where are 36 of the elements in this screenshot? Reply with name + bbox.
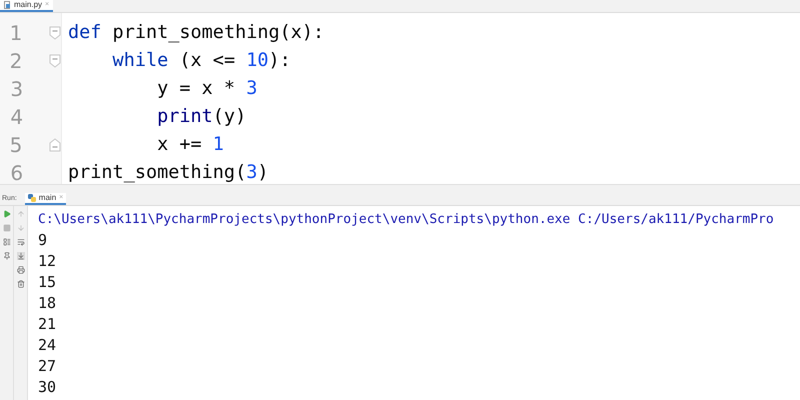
output-line: 18: [38, 293, 58, 314]
fold-icon[interactable]: [49, 138, 61, 152]
fold-icon[interactable]: [49, 54, 61, 68]
code-line: print(y): [156, 105, 248, 129]
up-arrow-icon[interactable]: [16, 210, 24, 218]
line-number: 2: [8, 48, 24, 75]
code-line: x += 1: [156, 133, 225, 157]
output-line: 21: [38, 314, 58, 335]
python-file-icon: [4, 1, 11, 9]
code-line: while (x <= 10):: [112, 49, 292, 73]
down-arrow-icon[interactable]: [16, 224, 24, 232]
output-line: 9: [38, 230, 48, 251]
pin-icon[interactable]: [2, 252, 10, 260]
output-line: 30: [38, 377, 58, 398]
run-icon[interactable]: [2, 210, 10, 218]
line-number: 5: [8, 132, 24, 159]
output-line: 12: [38, 251, 58, 272]
command-line: C:\Users\ak111\PycharmProjects\pythonProject\venv\Scripts\python.exe C:/Users/ak111/PycharmPro: [38, 211, 774, 229]
layout-icon[interactable]: [2, 238, 10, 246]
line-number: 1: [8, 20, 24, 47]
print-icon[interactable]: [16, 266, 24, 274]
code-line: y = x * 3: [156, 77, 258, 101]
output-line: 27: [38, 356, 58, 377]
fold-icon[interactable]: [49, 26, 61, 40]
trash-icon[interactable]: [16, 280, 24, 288]
line-number: 3: [9, 76, 24, 103]
code-line: def print_something(x):: [68, 21, 324, 45]
line-number: 4: [9, 104, 24, 131]
output-line: 15: [38, 272, 58, 293]
wrap-icon[interactable]: [16, 238, 24, 246]
scroll-end-icon[interactable]: [16, 252, 24, 260]
line-number: 6: [9, 160, 24, 187]
code-line: print_something(3): [68, 161, 270, 185]
stop-icon[interactable]: [2, 224, 10, 232]
output-line: 24: [38, 335, 58, 356]
python-icon: [28, 194, 36, 202]
